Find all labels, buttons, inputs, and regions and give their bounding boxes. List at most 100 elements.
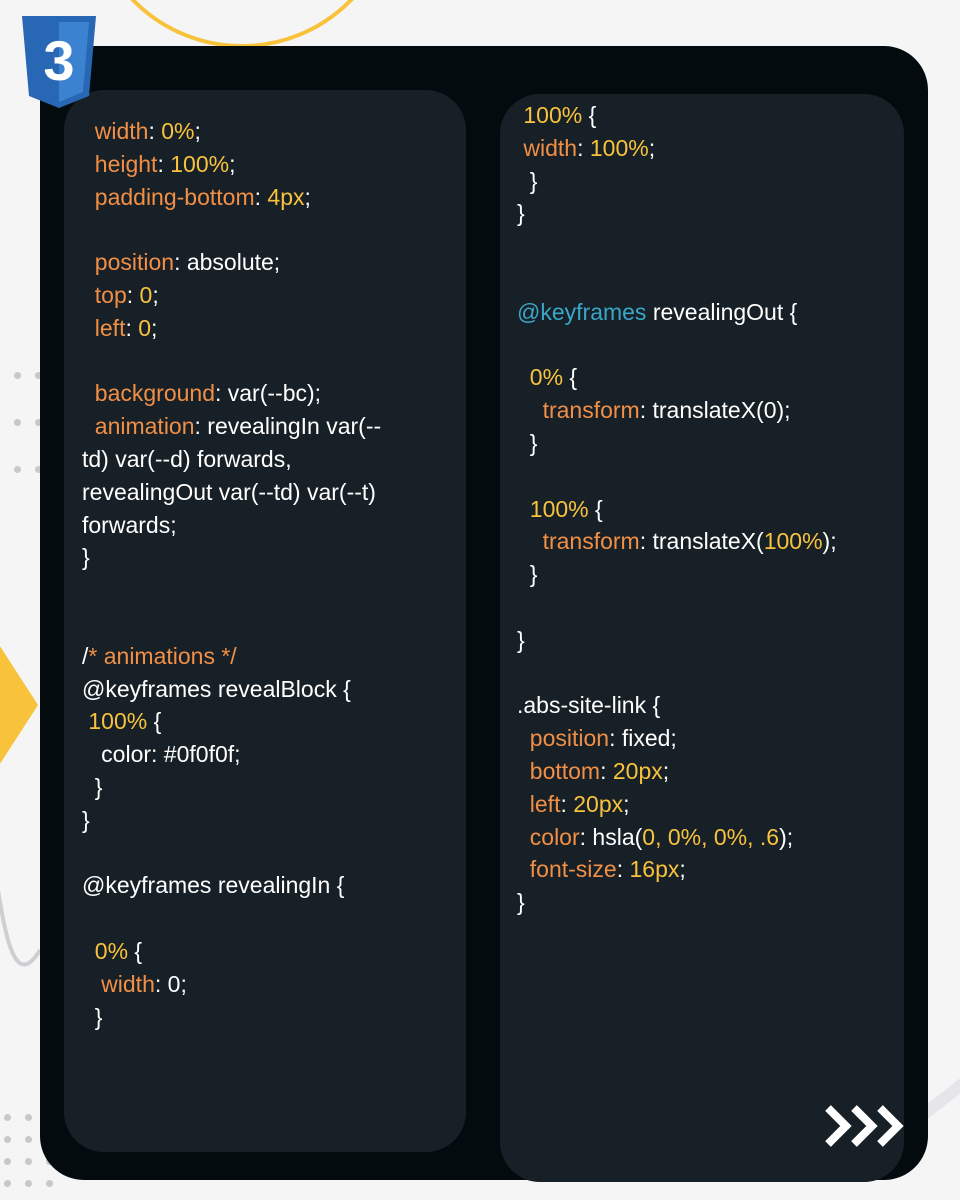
code-token: ); — [779, 823, 794, 850]
code-token: 100% — [523, 102, 583, 128]
code-token: : revealingIn var(-- — [194, 413, 382, 440]
decorative-yellow-circle — [88, 0, 396, 48]
code-token: { — [588, 495, 603, 522]
code-token: position — [94, 249, 175, 276]
code-line: /* animations */ — [82, 640, 381, 673]
code-line: } — [82, 1001, 381, 1034]
code-token: : translateX( — [639, 528, 764, 555]
code-line: 100% { — [517, 99, 837, 132]
code-token: ); — [822, 528, 837, 555]
code-token: } — [82, 544, 90, 571]
code-token: : — [560, 790, 574, 817]
code-line: forwards; — [82, 509, 381, 542]
code-token: { — [582, 102, 597, 128]
code-token: } — [517, 561, 538, 588]
code-line: .abs-site-link { — [517, 689, 837, 722]
code-line: 0% { — [82, 935, 381, 968]
code-token: : — [616, 856, 630, 883]
code-line: 100% { — [82, 705, 381, 738]
code-line: } — [517, 558, 837, 591]
code-token: @keyframes revealBlock { — [82, 675, 351, 702]
code-line: } — [82, 771, 381, 804]
code-token: revealingOut var(--td) var(--t) — [82, 478, 376, 505]
code-line: position: absolute; — [82, 246, 381, 279]
code-line: 100% { — [517, 493, 837, 526]
code-line: height: 100%; — [82, 148, 381, 181]
code-token: font-size — [529, 856, 617, 883]
code-token: * animations */ — [88, 642, 237, 669]
code-token: 4px — [267, 183, 305, 210]
code-token: : absolute; — [174, 249, 281, 276]
code-line: @keyframes revealBlock { — [82, 673, 381, 706]
code-block-left: width: 0%; height: 100%; padding-bottom:… — [82, 115, 381, 1033]
code-line: animation: revealingIn var(-- — [82, 410, 381, 443]
code-token: ; — [194, 118, 201, 144]
code-token: 100% — [529, 495, 589, 522]
triple-chevron-right-icon[interactable] — [824, 1104, 906, 1148]
code-line: 0% { — [517, 361, 837, 394]
code-line: td) var(--d) forwards, — [82, 443, 381, 476]
code-token: transform — [542, 397, 640, 424]
code-token: color: #0f0f0f; — [82, 741, 241, 768]
code-token: @keyframes — [517, 298, 647, 325]
code-token: left — [529, 790, 561, 817]
code-line: @keyframes revealingIn { — [82, 869, 381, 902]
code-token: @keyframes revealingIn { — [82, 872, 345, 899]
code-line: width: 0; — [82, 968, 381, 1001]
code-token: 16px — [629, 856, 680, 883]
code-line: } — [517, 197, 837, 230]
code-token: } — [517, 889, 525, 916]
css3-shield-icon: 3 — [22, 16, 96, 108]
code-token: ; — [151, 314, 158, 341]
code-token: } — [517, 626, 525, 653]
code-token: : var(--bc); — [214, 380, 322, 407]
code-token: revealingOut { — [646, 298, 798, 325]
code-line: width: 100%; — [517, 132, 837, 165]
code-line: } — [517, 165, 837, 198]
code-line: transform: translateX(0); — [517, 394, 837, 427]
code-token: : 0; — [154, 970, 187, 997]
css3-logo-text: 3 — [43, 29, 74, 92]
code-token: ; — [304, 183, 311, 210]
code-line: @keyframes revealingOut { — [517, 296, 837, 329]
code-token: td) var(--d) forwards, — [82, 445, 292, 472]
code-token: } — [82, 1003, 103, 1030]
code-line: color: #0f0f0f; — [82, 738, 381, 771]
code-token: 20px — [573, 790, 624, 817]
code-token: transform — [542, 528, 640, 555]
code-token: ; — [623, 790, 630, 817]
decorative-dots-left — [14, 372, 42, 473]
code-token: 0, 0%, 0%, .6 — [642, 823, 780, 850]
code-token: 0% — [94, 937, 129, 964]
code-token: ; — [662, 757, 670, 784]
code-line: width: 0%; — [82, 115, 381, 148]
code-token: ; — [229, 150, 236, 177]
code-token: { — [128, 937, 143, 964]
code-line: } — [517, 624, 837, 657]
code-line: } — [517, 427, 837, 460]
code-line: } — [82, 804, 381, 837]
code-token: } — [517, 429, 538, 456]
